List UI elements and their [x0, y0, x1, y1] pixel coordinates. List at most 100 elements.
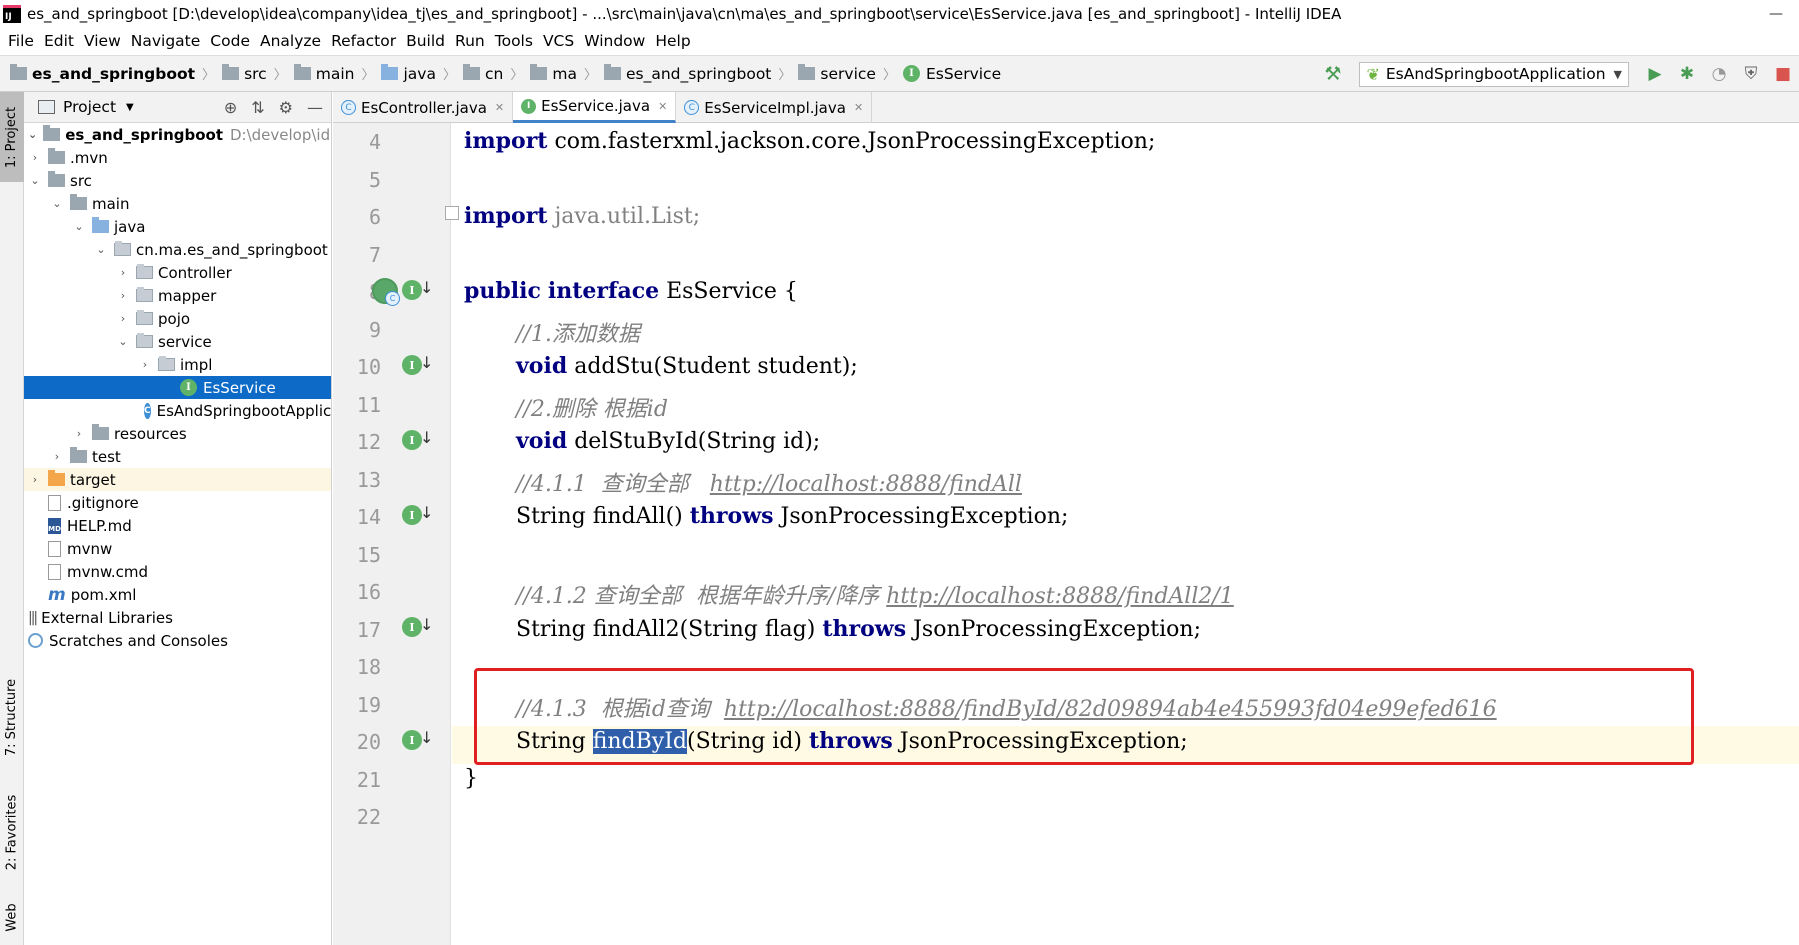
collapse-all-icon[interactable]: ⇅	[251, 98, 264, 117]
tree-item-help-md[interactable]: MD HELP.md	[24, 514, 331, 537]
editor-tabs: C EsController.java ✕ I EsService.java ✕…	[333, 92, 1799, 123]
breadcrumb-esservice[interactable]: I EsService	[902, 64, 1002, 83]
tree-item-controller[interactable]: › Controller	[24, 261, 331, 284]
tree-item-test[interactable]: › test	[24, 445, 331, 468]
menu-code[interactable]: Code	[208, 32, 258, 50]
chevron-down-icon[interactable]: ▼	[126, 102, 134, 113]
implemented-arrow-icon[interactable]: ↓	[420, 728, 433, 747]
run-icon[interactable]: ▶	[1639, 59, 1671, 89]
breadcrumb-main[interactable]: main	[293, 64, 355, 83]
chevron-down-icon: ⌄	[118, 335, 128, 348]
menu-build[interactable]: Build	[404, 32, 453, 50]
menu-edit[interactable]: Edit	[42, 32, 82, 50]
tree-item-label: cn.ma.es_and_springboot	[136, 240, 328, 259]
structure-tool-tab[interactable]: 7: Structure	[0, 662, 24, 772]
menu-tools[interactable]: Tools	[493, 32, 541, 50]
implemented-arrow-icon[interactable]: ↓	[420, 428, 433, 447]
implemented-arrow-icon[interactable]: ↓	[420, 503, 433, 522]
tree-item-esservice[interactable]: I EsService	[24, 376, 331, 399]
tree-item-main[interactable]: ⌄ main	[24, 192, 331, 215]
breadcrumb-java[interactable]: java	[381, 64, 436, 83]
menu-view[interactable]: View	[82, 32, 129, 50]
breadcrumb-src[interactable]: src	[222, 64, 267, 83]
implemented-arrow-icon[interactable]: ↓	[420, 615, 433, 634]
profile-icon[interactable]: ⛨	[1735, 59, 1767, 89]
tab-esservice[interactable]: I EsService.java ✕	[513, 92, 677, 123]
tree-item-label: External Libraries	[41, 608, 173, 627]
project-panel-title[interactable]: Project	[63, 98, 116, 116]
tree-item-pom[interactable]: m pom.xml	[24, 583, 331, 606]
interface-gutter-icon: I	[402, 730, 422, 750]
tree-item-service[interactable]: ⌄ service	[24, 330, 331, 353]
favorites-tool-tab[interactable]: 2: Favorites	[0, 782, 24, 882]
build-hammer-icon[interactable]: ⚒	[1324, 63, 1341, 85]
breadcrumb-project[interactable]: es_and_springboot	[10, 64, 195, 83]
implemented-arrow-icon[interactable]: ↓	[420, 353, 433, 372]
web-tool-tab[interactable]: Web	[0, 892, 24, 942]
locate-icon[interactable]: ⊕	[224, 98, 237, 117]
web-tool-label: Web	[4, 902, 20, 932]
tree-item-java[interactable]: ⌄ java	[24, 215, 331, 238]
close-icon[interactable]: ✕	[658, 100, 667, 113]
tree-item-mvnw-cmd[interactable]: mvnw.cmd	[24, 560, 331, 583]
run-configuration-select[interactable]: ❦ EsAndSpringbootApplication ▼	[1359, 61, 1629, 87]
run-configuration-label: EsAndSpringbootApplication	[1385, 65, 1606, 83]
script-file-icon	[48, 540, 61, 557]
package-icon	[158, 356, 175, 371]
implemented-by-icon[interactable]: C	[372, 278, 400, 306]
code-editor[interactable]	[452, 123, 1799, 945]
breadcrumb-package[interactable]: es_and_springboot	[603, 64, 771, 83]
minimize-button[interactable]: —	[1753, 0, 1799, 27]
close-icon[interactable]: ✕	[854, 101, 863, 114]
coverage-icon[interactable]: ◔	[1703, 59, 1735, 89]
fold-marker-icon[interactable]	[445, 206, 459, 220]
tree-item-scratches[interactable]: Scratches and Consoles	[24, 629, 331, 652]
tree-item-label: es_and_springboot	[65, 125, 223, 144]
line-number: 14	[356, 505, 381, 529]
breadcrumb-label: EsService	[925, 64, 1002, 83]
tree-item-project-root[interactable]: ⌄ es_and_springboot D:\develop\idea\c	[24, 123, 331, 146]
tree-item-application[interactable]: C EsAndSpringbootApplication	[24, 399, 331, 422]
tree-item-root-package[interactable]: ⌄ cn.ma.es_and_springboot	[24, 238, 331, 261]
debug-icon[interactable]: ✱	[1671, 59, 1703, 89]
spring-leaf-icon: ❦	[1366, 64, 1380, 84]
menu-vcs[interactable]: VCS	[541, 32, 582, 50]
project-tool-tab[interactable]: 1: Project	[0, 92, 24, 182]
tree-item-pojo[interactable]: › pojo	[24, 307, 331, 330]
line-number: 22	[356, 805, 381, 829]
breadcrumb-ma[interactable]: ma	[530, 64, 577, 83]
tree-item-mapper[interactable]: › mapper	[24, 284, 331, 307]
menu-run[interactable]: Run	[453, 32, 493, 50]
code-link[interactable]: http://localhost:8888/findAll2/1	[886, 584, 1234, 609]
stop-icon[interactable]: ■	[1767, 59, 1799, 89]
code-line-11: //2.删除 根据id	[516, 391, 668, 423]
breadcrumb-label: main	[315, 64, 355, 83]
tree-item-resources[interactable]: › resources	[24, 422, 331, 445]
tree-item-src[interactable]: ⌄ src	[24, 169, 331, 192]
tree-item-label: Controller	[158, 263, 232, 282]
menu-file[interactable]: File	[6, 32, 42, 50]
script-file-icon	[48, 563, 61, 580]
code-line-9: //1.添加数据	[516, 316, 640, 348]
breadcrumb-cn[interactable]: cn	[462, 64, 503, 83]
menu-window[interactable]: Window	[582, 32, 653, 50]
breadcrumb-service[interactable]: service	[798, 64, 876, 83]
hide-icon[interactable]: —	[307, 98, 323, 117]
tree-item-external-libraries[interactable]: ||| External Libraries	[24, 606, 331, 629]
folder-icon	[70, 447, 87, 463]
menu-navigate[interactable]: Navigate	[129, 32, 209, 50]
tree-item-impl[interactable]: › impl	[24, 353, 331, 376]
tree-item-mvnw[interactable]: mvnw	[24, 537, 331, 560]
implemented-arrow-icon[interactable]: ↓	[420, 278, 433, 297]
menu-refactor[interactable]: Refactor	[329, 32, 404, 50]
tree-item-gitignore[interactable]: .gitignore	[24, 491, 331, 514]
close-icon[interactable]: ✕	[495, 101, 504, 114]
gear-icon[interactable]: ⚙	[279, 98, 293, 117]
menu-help[interactable]: Help	[653, 32, 698, 50]
code-link[interactable]: http://localhost:8888/findAll	[710, 472, 1022, 497]
tab-escontroller[interactable]: C EsController.java ✕	[333, 92, 514, 123]
tree-item-target[interactable]: › target	[24, 468, 331, 491]
tree-item-mvn[interactable]: › .mvn	[24, 146, 331, 169]
menu-analyze[interactable]: Analyze	[258, 32, 329, 50]
tab-esserviceimpl[interactable]: C EsServiceImpl.java ✕	[676, 92, 873, 123]
